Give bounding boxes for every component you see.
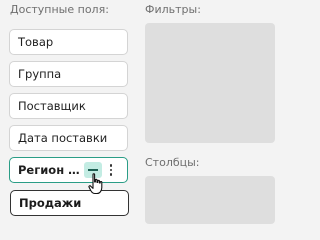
available-fields-title: Доступные поля: [10,3,109,16]
more-vertical-icon[interactable] [106,162,116,178]
field-chip-delivery-date[interactable]: Дата поставки [9,125,128,151]
field-chip-product[interactable]: Товар [9,29,128,55]
field-chip-supplier[interactable]: Поставщик [9,93,128,119]
columns-title: Столбцы: [145,156,200,169]
field-chip-label: Регион поставки [18,163,84,177]
field-chip-delivery-region[interactable]: Регион поставки [9,157,128,183]
field-chip-label: Группа [18,67,62,81]
dragging-field-label: Продажи [19,196,82,210]
field-chip-label: Товар [18,35,54,49]
filters-drop-zone[interactable] [145,23,275,143]
field-chip-label: Поставщик [18,99,86,113]
columns-drop-zone[interactable] [145,176,275,224]
filters-title: Фильтры: [145,3,201,16]
dragging-field-chip[interactable]: Продажи [10,190,129,216]
field-chip-label: Дата поставки [18,131,108,145]
pointer-hand-icon [88,173,103,195]
field-chip-group[interactable]: Группа [9,61,128,87]
